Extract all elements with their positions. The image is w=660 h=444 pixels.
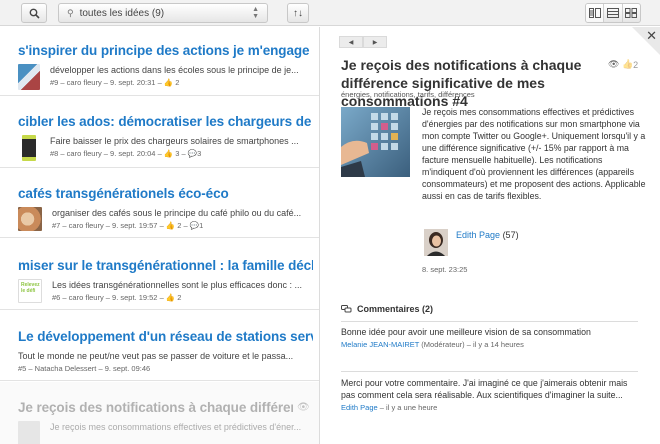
like-count: 2 bbox=[175, 78, 180, 87]
detail-date: 8. sept. 23:25 bbox=[422, 265, 468, 274]
idea-list-item[interactable]: cibler les ados: démocratiser les charge… bbox=[0, 97, 319, 168]
idea-filter-select[interactable]: ⚲ toutes les idées (9) ▲ ▼ bbox=[58, 3, 268, 23]
idea-meta: #8 – caro fleury – 9. sept. 20:04 – 👍 3 … bbox=[50, 149, 202, 158]
comment-author-link[interactable]: Edith Page bbox=[341, 403, 378, 412]
comment: Bonne idée pour avoir une meilleure visi… bbox=[341, 321, 638, 351]
list-icon bbox=[606, 8, 619, 18]
detail-image bbox=[341, 107, 410, 177]
pin-icon: ⚲ bbox=[67, 7, 74, 18]
idea-title[interactable]: Le développement d'un réseau de stations… bbox=[18, 329, 313, 344]
view-grid-button[interactable] bbox=[623, 4, 640, 22]
close-icon[interactable]: ✕ bbox=[646, 29, 657, 42]
idea-thumbnail bbox=[18, 421, 40, 444]
idea-thumbnail bbox=[22, 135, 36, 161]
comment-author-link[interactable]: Melanie JEAN-MAIRET bbox=[341, 340, 419, 349]
list-detail-icon bbox=[588, 8, 601, 18]
eye-icon: 👁 bbox=[608, 59, 620, 69]
sort-button[interactable]: ↑↓ bbox=[287, 3, 309, 23]
previous-idea-button[interactable]: ◀ bbox=[339, 36, 363, 48]
comment-meta: Melanie JEAN-MAIRET (Modérateur) – il y … bbox=[341, 340, 524, 349]
idea-title[interactable]: miser sur le transgénérationnel : la fam… bbox=[18, 258, 313, 273]
idea-title[interactable]: cibler les ados: démocratiser les charge… bbox=[18, 114, 313, 129]
idea-description: Faire baisser le prix des chargeurs sola… bbox=[50, 136, 299, 146]
view-list-detail-button[interactable] bbox=[586, 4, 605, 22]
sort-icon: ↑↓ bbox=[293, 7, 303, 19]
idea-list-item[interactable]: Le développement d'un réseau de stations… bbox=[0, 311, 319, 381]
detail-tags: énergies, notifications, tarifs, différe… bbox=[341, 90, 475, 99]
author-avatar[interactable] bbox=[424, 229, 448, 256]
search-icon bbox=[29, 8, 40, 19]
like-count: 3 bbox=[175, 149, 180, 158]
idea-thumbnail bbox=[18, 64, 40, 90]
detail-stats: 👁 👍 2 bbox=[608, 59, 638, 70]
comment-count: 1 bbox=[199, 221, 204, 230]
comments-icon bbox=[341, 305, 352, 313]
arrow-left-icon: ◀ bbox=[348, 39, 354, 46]
comments-header: Commentaires (2) bbox=[341, 304, 433, 314]
author-link[interactable]: Edith Page (57) bbox=[456, 230, 519, 240]
next-idea-button[interactable]: ▶ bbox=[363, 36, 387, 48]
idea-description: Les idées transgénérationnelles sont le … bbox=[52, 280, 302, 290]
comment-text: Merci pour votre commentaire. J'ai imagi… bbox=[341, 378, 628, 400]
search-button[interactable] bbox=[21, 3, 47, 23]
filter-value: toutes les idées (9) bbox=[79, 7, 165, 19]
thumbs-up-icon[interactable]: 👍 bbox=[622, 59, 633, 70]
thumbs-up-icon: 👍 bbox=[163, 78, 174, 87]
comment-meta: Edith Page – il y a une heure bbox=[341, 403, 438, 412]
idea-meta: #7 – caro fleury – 9. sept. 19:57 – 👍 2 … bbox=[52, 221, 204, 230]
thumbs-up-icon: 👍 bbox=[165, 293, 176, 302]
idea-list-item[interactable]: s'inspirer du principe des actions je m'… bbox=[0, 27, 319, 96]
idea-description: Je reçois mes consommations effectives e… bbox=[50, 422, 302, 432]
idea-list-item[interactable]: miser sur le transgénérationnel : la fam… bbox=[0, 239, 319, 310]
thumbs-up-icon: 👍 bbox=[163, 149, 174, 158]
detail-title: Je reçois des notifications à chaque dif… bbox=[341, 57, 582, 109]
idea-title[interactable]: Je reçois des notifications à chaque dif… bbox=[18, 400, 293, 415]
idea-meta: #5 – Natacha Delessert – 9. sept. 09:46 bbox=[18, 364, 151, 373]
arrow-right-icon: ▶ bbox=[372, 39, 378, 46]
comments-icon: 💬 bbox=[187, 149, 198, 158]
idea-list: s'inspirer du principe des actions je m'… bbox=[0, 27, 320, 444]
idea-detail-panel: ◀ ▶ ✕ Je reçois des notifications à chaq… bbox=[321, 27, 660, 444]
toolbar: ⚲ toutes les idées (9) ▲ ▼ ↑↓ bbox=[0, 0, 660, 26]
idea-description: Tout le monde ne peut/ne veut pas se pas… bbox=[18, 351, 294, 361]
comment: Merci pour votre commentaire. J'ai imagi… bbox=[341, 371, 638, 414]
idea-title[interactable]: cafés transgénérationels éco-éco bbox=[18, 186, 313, 201]
detail-navigation: ◀ ▶ bbox=[339, 36, 387, 48]
idea-description: développer les actions dans les écoles s… bbox=[50, 65, 299, 75]
idea-thumbnail bbox=[18, 207, 42, 231]
like-count: 2 bbox=[177, 221, 182, 230]
select-arrows-icon: ▲ ▼ bbox=[252, 6, 259, 20]
idea-list-item-selected[interactable]: Je reçois des notifications à chaque dif… bbox=[0, 382, 319, 444]
idea-meta: #6 – caro fleury – 9. sept. 19:52 – 👍 2 bbox=[52, 293, 182, 302]
idea-description: organiser des cafés sous le principe du … bbox=[52, 208, 302, 218]
idea-title[interactable]: s'inspirer du principe des actions je m'… bbox=[18, 43, 313, 58]
idea-meta: #9 – caro fleury – 9. sept. 20:31 – 👍 2 bbox=[50, 78, 180, 87]
grid-icon bbox=[625, 8, 638, 18]
detail-description: Je reçois mes consommations effectives e… bbox=[422, 107, 646, 201]
comment-count: 3 bbox=[197, 149, 202, 158]
thumbs-up-icon: 👍 bbox=[165, 221, 176, 230]
view-list-button[interactable] bbox=[604, 4, 623, 22]
like-count: 2 bbox=[633, 59, 639, 70]
eye-icon: 👁 bbox=[297, 402, 310, 413]
comments-icon: 💬 bbox=[189, 221, 200, 230]
idea-thumbnail: Relevez le défi bbox=[18, 279, 42, 303]
comment-text: Bonne idée pour avoir une meilleure visi… bbox=[341, 327, 591, 337]
view-mode-group bbox=[585, 3, 641, 23]
idea-list-item[interactable]: cafés transgénérationels éco-éco organis… bbox=[0, 169, 319, 238]
like-count: 2 bbox=[177, 293, 182, 302]
